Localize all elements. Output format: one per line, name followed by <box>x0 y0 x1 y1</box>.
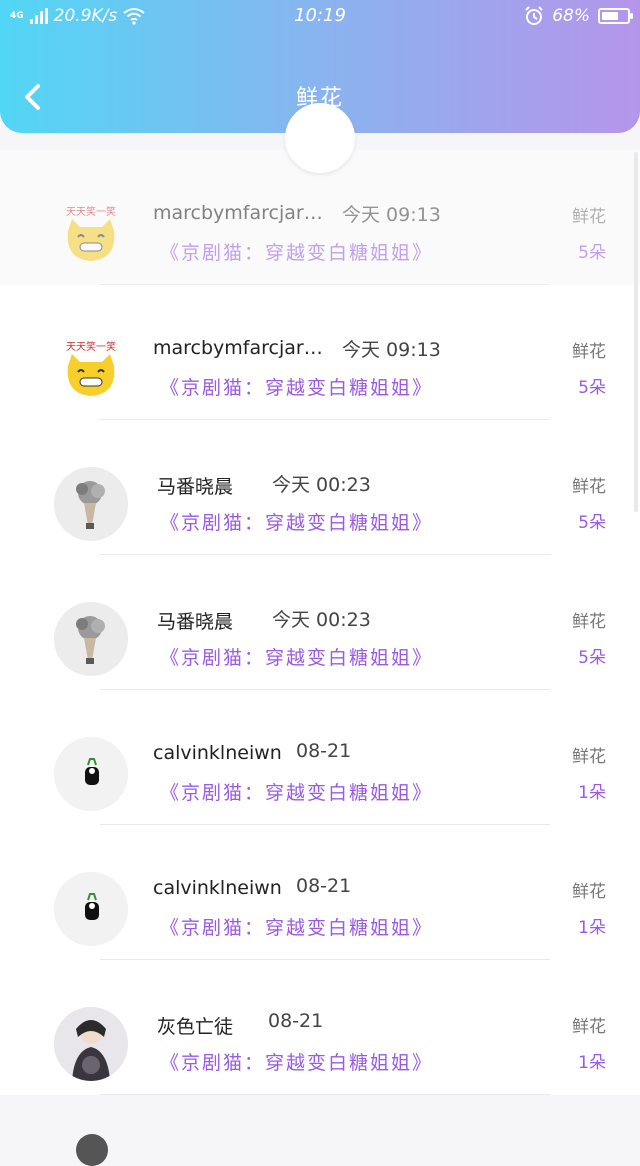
cat-emoji-avatar[interactable]: 天天笑一笑 <box>54 197 128 271</box>
user-name[interactable]: 灰色亡徒 <box>157 1012 233 1039</box>
work-title[interactable]: 《京剧猫：穿越变白糖姐姐》 <box>160 238 433 265</box>
scrollbar[interactable] <box>634 152 638 512</box>
bouquet-avatar[interactable] <box>54 467 128 541</box>
svg-text:天天笑一笑: 天天笑一笑 <box>66 340 116 353</box>
bouquet-avatar[interactable] <box>54 602 128 676</box>
svg-text:天天笑一笑: 天天笑一笑 <box>66 205 116 218</box>
gift-count: 1朵 <box>578 1053 606 1073</box>
gift-count: 1朵 <box>578 783 606 803</box>
list-item[interactable]: 天天笑一笑 marcbymfarcjar… 今天 09:13 《京剧猫：穿越变白… <box>0 285 640 420</box>
gift-time: 今天 00:23 <box>272 609 371 631</box>
work-title[interactable]: 《京剧猫：穿越变白糖姐姐》 <box>160 373 433 400</box>
anime-avatar[interactable] <box>54 1007 128 1081</box>
pull-indicator <box>285 103 355 173</box>
work-title[interactable]: 《京剧猫：穿越变白糖姐姐》 <box>160 778 433 805</box>
figure-avatar[interactable] <box>54 737 128 811</box>
partial-avatar[interactable] <box>76 1134 108 1166</box>
gift-type: 鲜花 <box>572 477 606 497</box>
status-bar: 4G 20.9K/s 10:19 68% <box>0 0 640 34</box>
gift-time: 08-21 <box>268 1010 324 1032</box>
work-title[interactable]: 《京剧猫：穿越变白糖姐姐》 <box>160 508 433 535</box>
user-name[interactable]: 马番晓晨 <box>157 607 233 634</box>
alarm-icon <box>525 6 543 25</box>
list-item[interactable]: calvinklneiwn 08-21 《京剧猫：穿越变白糖姐姐》 鲜花 1朵 <box>0 825 640 960</box>
gift-time: 今天 00:23 <box>272 474 371 496</box>
gift-time: 08-21 <box>296 740 352 762</box>
list-item[interactable]: 马番晓晨 今天 00:23 《京剧猫：穿越变白糖姐姐》 鲜花 5朵 <box>0 555 640 690</box>
battery-percent: 68% <box>552 6 590 26</box>
cat-emoji-avatar[interactable]: 天天笑一笑 <box>54 332 128 406</box>
gift-type: 鲜花 <box>572 207 606 227</box>
user-name[interactable]: calvinklneiwn <box>153 877 282 899</box>
list-item[interactable]: 灰色亡徒 08-21 《京剧猫：穿越变白糖姐姐》 鲜花 1朵 <box>0 960 640 1095</box>
gift-time: 08-21 <box>296 875 352 897</box>
gift-time: 今天 09:13 <box>342 339 441 361</box>
gift-count: 5朵 <box>578 648 606 668</box>
user-name[interactable]: 马番晓晨 <box>157 472 233 499</box>
user-name[interactable]: marcbymfarcjar… <box>153 202 323 224</box>
gift-type: 鲜花 <box>572 612 606 632</box>
list-item[interactable]: calvinklneiwn 08-21 《京剧猫：穿越变白糖姐姐》 鲜花 1朵 <box>0 690 640 825</box>
user-name[interactable]: calvinklneiwn <box>153 742 282 764</box>
figure-avatar[interactable] <box>54 872 128 946</box>
gift-time: 今天 09:13 <box>342 204 441 226</box>
gift-type: 鲜花 <box>572 342 606 362</box>
flower-gift-list: 天天笑一笑 marcbymfarcjar… 今天 09:13 《京剧猫：穿越变白… <box>0 150 640 1095</box>
list-item[interactable]: 马番晓晨 今天 00:23 《京剧猫：穿越变白糖姐姐》 鲜花 5朵 <box>0 420 640 555</box>
divider <box>100 1094 550 1095</box>
gift-type: 鲜花 <box>572 1017 606 1037</box>
battery-icon <box>598 8 633 24</box>
work-title[interactable]: 《京剧猫：穿越变白糖姐姐》 <box>160 643 433 670</box>
work-title[interactable]: 《京剧猫：穿越变白糖姐姐》 <box>160 1048 433 1075</box>
work-title[interactable]: 《京剧猫：穿越变白糖姐姐》 <box>160 913 433 940</box>
gift-type: 鲜花 <box>572 882 606 902</box>
status-right: 68% <box>524 6 633 26</box>
gift-type: 鲜花 <box>572 747 606 767</box>
gift-count: 1朵 <box>578 918 606 938</box>
gift-count: 5朵 <box>578 243 606 263</box>
gift-count: 5朵 <box>578 513 606 533</box>
gift-count: 5朵 <box>578 378 606 398</box>
user-name[interactable]: marcbymfarcjar… <box>153 337 323 359</box>
